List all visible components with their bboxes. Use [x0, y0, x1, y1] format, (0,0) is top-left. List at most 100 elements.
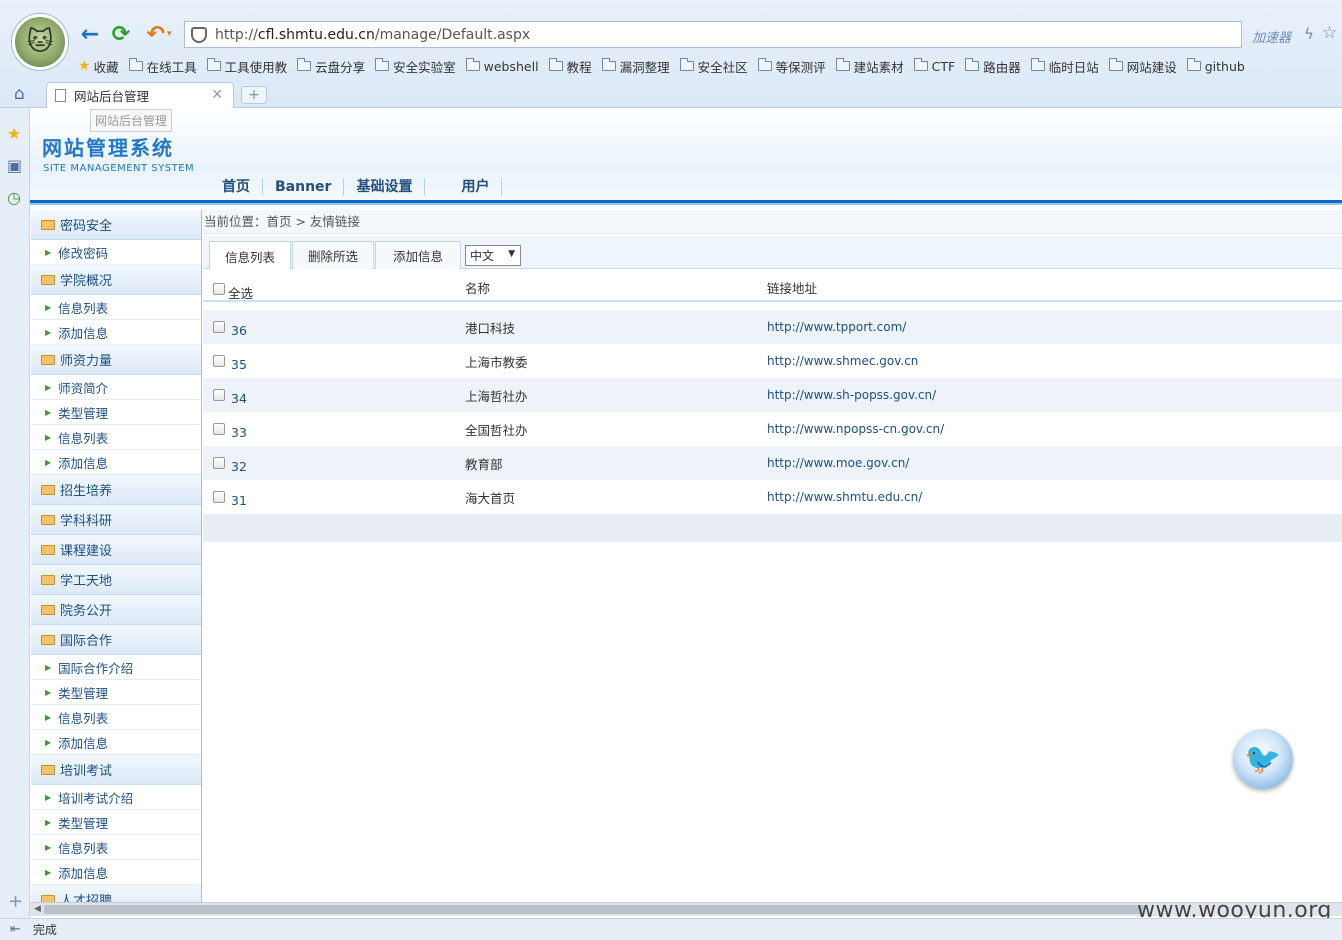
user-avatar[interactable]: 🐱: [12, 14, 68, 70]
tab-info-list[interactable]: 信息列表: [209, 241, 291, 270]
language-select[interactable]: 中文 ▼: [465, 245, 521, 266]
menu-group[interactable]: 培训考试: [31, 755, 201, 785]
bookmark-folder[interactable]: 临时日站: [1030, 57, 1099, 76]
row-url[interactable]: http://www.npopss-cn.gov.cn/: [767, 412, 944, 446]
menu-item[interactable]: ▶ 添加信息: [31, 450, 201, 475]
row-checkbox[interactable]: [213, 423, 225, 435]
bookmark-folder[interactable]: 网站建设: [1108, 57, 1177, 76]
sidebar-toggle-icon[interactable]: ⇤: [10, 922, 21, 937]
select-all-checkbox[interactable]: [213, 283, 225, 295]
menu-group[interactable]: 学工天地: [31, 565, 201, 595]
menu-item[interactable]: ▶ 类型管理: [31, 810, 201, 835]
row-url[interactable]: http://www.sh-popss.gov.cn/: [767, 378, 936, 412]
bookmark-folder[interactable]: 建站素材: [835, 57, 904, 76]
downloader-bird-icon[interactable]: 🐦: [1233, 729, 1293, 789]
back-arrow-icon[interactable]: ←: [78, 22, 102, 47]
bookmark-label: 建站素材: [853, 59, 904, 75]
menu-group[interactable]: 师资力量: [31, 345, 201, 375]
bookmark-folder[interactable]: 教程: [548, 57, 592, 76]
row-checkbox[interactable]: [213, 457, 225, 469]
add-info-button[interactable]: 添加信息: [375, 241, 461, 269]
folder-icon: [679, 58, 694, 71]
header-divider: [30, 200, 1342, 208]
address-bar[interactable]: http://cfl.shmtu.edu.cn/manage/Default.a…: [184, 21, 1242, 48]
bookmark-folder[interactable]: github: [1186, 58, 1245, 74]
folder-icon: [1108, 58, 1123, 71]
bookmark-folder[interactable]: 云盘分享: [297, 57, 365, 76]
table-row: 34 上海哲社办 http://www.sh-popss.gov.cn/: [203, 378, 1342, 412]
folder-icon: [41, 544, 55, 555]
home-icon[interactable]: ⌂: [14, 84, 25, 104]
menu-item[interactable]: ▶ 信息列表: [31, 705, 201, 730]
nav-item[interactable]: 首页: [210, 178, 263, 196]
row-id: 36: [231, 322, 247, 338]
refresh-icon[interactable]: ⟳: [109, 22, 133, 47]
menu-item[interactable]: ▶ 添加信息: [31, 320, 201, 345]
row-url[interactable]: http://www.tpport.com/: [767, 310, 906, 344]
main-content: 当前位置：首页 > 友情链接 信息列表 删除所选 添加信息 中文 ▼ 全选 名称…: [203, 210, 1342, 902]
menu-group[interactable]: 院务公开: [31, 595, 201, 625]
table-row: 31 海大首页 http://www.shmtu.edu.cn/: [203, 480, 1342, 514]
bookmark-folder[interactable]: webshell: [465, 58, 539, 74]
bookmark-favorites[interactable]: ★ 收藏: [78, 57, 119, 76]
menu-group[interactable]: 课程建设: [31, 535, 201, 565]
undo-close-icon[interactable]: ↶ ▾: [142, 22, 176, 47]
row-url[interactable]: http://www.shmec.gov.cn: [767, 344, 918, 378]
nav-item[interactable]: 基础设置: [344, 178, 426, 196]
bookmark-folder[interactable]: 路由器: [965, 57, 1021, 76]
bookmark-folder[interactable]: 安全社区: [679, 57, 748, 76]
menu-item[interactable]: ▶ 类型管理: [31, 680, 201, 705]
bookmark-folder[interactable]: 在线工具: [128, 57, 197, 76]
row-url[interactable]: http://www.shmtu.edu.cn/: [767, 480, 922, 514]
menu-group[interactable]: 学科科研: [31, 505, 201, 535]
menu-item[interactable]: ▶ 培训考试介绍: [31, 785, 201, 810]
menu-group[interactable]: 密码安全: [31, 210, 201, 240]
row-checkbox[interactable]: [213, 355, 225, 367]
scrollbar-thumb[interactable]: [44, 905, 1144, 914]
scroll-left-icon[interactable]: ◀: [34, 904, 41, 914]
menu-item[interactable]: ▶ 国际合作介绍: [31, 655, 201, 680]
favorites-star-icon[interactable]: ★: [7, 124, 21, 143]
menu-item[interactable]: ▶ 添加信息: [31, 730, 201, 755]
bookmark-folder[interactable]: 等保测评: [757, 57, 826, 76]
menu-group[interactable]: 国际合作: [31, 625, 201, 655]
row-checkbox[interactable]: [213, 491, 225, 503]
menu-group[interactable]: 招生培养: [31, 475, 201, 505]
reader-icon[interactable]: ▣: [7, 156, 22, 175]
menu-group[interactable]: 人才招聘: [31, 885, 201, 902]
delete-selected-button[interactable]: 删除所选: [292, 241, 374, 269]
menu-item[interactable]: ▶ 修改密码: [31, 240, 201, 265]
bookmark-folder[interactable]: 安全实验室: [375, 57, 456, 76]
menu-item[interactable]: ▶ 信息列表: [31, 835, 201, 860]
lightning-icon[interactable]: ϟ: [1304, 25, 1314, 43]
add-sidebar-icon[interactable]: +: [8, 891, 23, 912]
bookmark-folder[interactable]: CTF: [913, 58, 955, 74]
row-checkbox[interactable]: [213, 389, 225, 401]
bookmark-label: 工具使用教: [224, 59, 288, 75]
bookmark-label: 云盘分享: [315, 59, 366, 75]
menu-item[interactable]: ▶ 信息列表: [31, 295, 201, 320]
nav-item[interactable]: Banner: [263, 178, 345, 196]
new-tab-button[interactable]: +: [241, 86, 267, 104]
status-bar: ⇤ 完成: [0, 918, 1342, 940]
column-name: 名称: [465, 280, 491, 296]
favorite-star-icon[interactable]: ☆: [1322, 23, 1337, 43]
tab-tooltip: 网站后台管理: [90, 109, 173, 132]
folder-icon: [41, 484, 55, 495]
tab-admin[interactable]: 网站后台管理 ✕: [46, 82, 234, 108]
row-url[interactable]: http://www.moe.gov.cn/: [767, 446, 909, 480]
nav-item[interactable]: 用户: [425, 178, 503, 196]
menu-group[interactable]: 学院概况: [31, 265, 201, 295]
bookmark-folder[interactable]: 漏洞整理: [601, 57, 670, 76]
menu-item[interactable]: ▶ 添加信息: [31, 860, 201, 885]
menu-item[interactable]: ▶ 师资简介: [31, 375, 201, 400]
history-clock-icon[interactable]: ◷: [7, 188, 21, 207]
bookmark-folder[interactable]: 工具使用教: [206, 57, 288, 76]
accelerator-label[interactable]: 加速器: [1252, 27, 1291, 46]
menu-item[interactable]: ▶ 类型管理: [31, 400, 201, 425]
menu-item[interactable]: ▶ 信息列表: [31, 425, 201, 450]
row-checkbox[interactable]: [213, 321, 225, 333]
row-select-cell: 35: [213, 344, 247, 378]
tab-title: 网站后台管理: [74, 89, 150, 104]
close-tab-icon[interactable]: ✕: [211, 87, 223, 103]
